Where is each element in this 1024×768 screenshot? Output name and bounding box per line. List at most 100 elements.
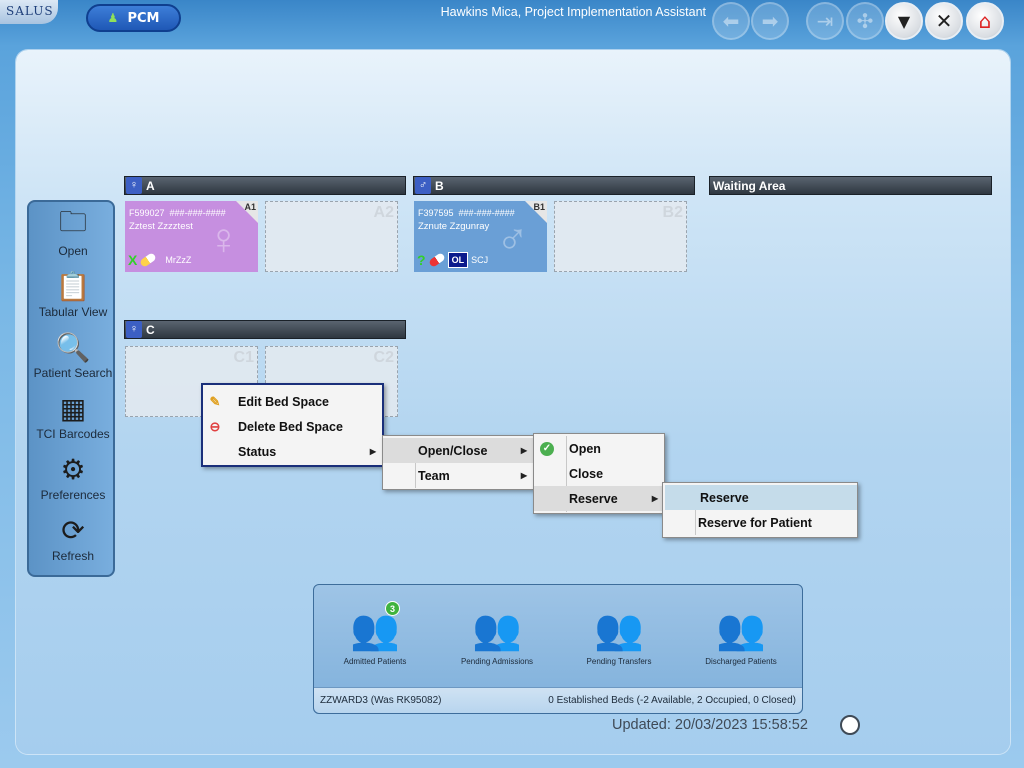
menu-item-open[interactable]: ✓ Open [534,436,664,461]
menu-item-label: Reserve [569,491,618,506]
bed-code: B2 [662,204,683,221]
menu-item-delete-bed-space[interactable]: ⊖ Delete Bed Space [203,414,382,439]
sidebar-item-patient-search[interactable]: 🔍 Patient Search [29,330,117,388]
bed-status-icons: X MrZzZ [128,252,191,268]
bay-header-c[interactable]: ♀ C [124,320,406,339]
menu-item-label: Close [569,466,604,481]
network-button[interactable]: ✣ [846,2,884,40]
menu-item-label: Reserve for Patient [698,515,812,530]
menu-item-edit-bed-space[interactable]: ✎ Edit Bed Space [203,389,382,414]
bay-header-b[interactable]: ♂ B [413,176,695,195]
bay-label: B [435,178,444,193]
bay-label: A [146,178,155,193]
bed-a1[interactable]: A1 ♀ F599027 ###-###-#### Zztest Zzzztes… [125,201,258,272]
menu-item-label: Open [569,441,601,456]
bed-a2[interactable]: A2 [265,201,398,272]
menu-item-status[interactable]: Status ▶ [203,439,382,464]
dock-item-discharged-patients[interactable]: 👥 Discharged Patients [693,601,789,667]
user-title: Hawkins Mica, Project Implementation Ass… [440,5,706,19]
female-silhouette-icon: ♀ [207,215,240,264]
menu-item-team[interactable]: Team ▶ [383,463,533,488]
reserve-submenu: Reserve Reserve for Patient [662,482,858,538]
bay-label: Waiting Area [713,178,786,193]
dock-item-label: Discharged Patients [705,657,777,666]
dock-item-pending-transfers[interactable]: 👥 Pending Transfers [571,601,667,667]
home-button[interactable]: ⌂ [966,2,1004,40]
sidebar-item-tabular-view[interactable]: 📋 Tabular View [29,269,117,327]
medication-pill-icon [139,252,158,268]
patient-name: Zznute Zzgunray [418,221,490,232]
dock-item-label: Pending Transfers [586,657,652,666]
check-icon: ✓ [540,441,554,456]
menu-item-reserve[interactable]: Reserve ▶ [534,486,664,511]
sidebar-item-label: Refresh [51,549,95,563]
bed-context-menu: ✎ Edit Bed Space ⊖ Delete Bed Space Stat… [201,383,384,467]
close-icon: ✕ [935,9,953,33]
forward-button[interactable]: ➡ [751,2,789,40]
pending-admissions-icon: 👥 [472,607,522,652]
top-bar: SALUS ♟ PCM Hawkins Mica, Project Implem… [0,0,1024,42]
back-button[interactable]: ⬅ [712,2,750,40]
menu-item-close[interactable]: Close [534,461,664,486]
bay-person-icon: ♀ [126,177,142,194]
patient-id: F599027 [129,208,165,218]
logout-button[interactable]: ⇥ [806,2,844,40]
sidebar-item-preferences[interactable]: ⚙ Preferences [29,452,117,510]
submenu-arrow-icon: ▶ [651,494,658,503]
admitted-patients-icon: 👥 [350,607,400,652]
network-icon: ✣ [856,9,874,33]
menu-item-label: Status [238,444,277,459]
menu-item-label: Team [418,468,450,483]
dock-item-label: Admitted Patients [343,657,407,666]
pencil-icon: ✎ [209,393,221,409]
dock-item-pending-admissions[interactable]: 👥 Pending Admissions [449,601,545,667]
ward-status-bar: ZZWARD3 (Was RK95082) 0 Established Beds… [314,687,802,713]
close-button[interactable]: ✕ [925,2,963,40]
patient-initials: SCJ [471,255,489,265]
beds-summary: 0 Established Beds (-2 Available, 2 Occu… [548,695,796,706]
menu-item-reserve-for-patient[interactable]: Reserve for Patient [663,510,857,535]
bed-code: A2 [373,204,394,221]
dock-item-admitted-patients[interactable]: 👥 3 Admitted Patients [327,601,423,666]
delete-icon: ⊖ [209,418,221,434]
sidebar-item-open[interactable]: 🗀 Open [29,206,117,266]
status-submenu: Open/Close ▶ Team ▶ [382,435,534,490]
bay-person-icon: ♀ [126,321,142,338]
updated-timestamp: Updated: 20/03/2023 15:58:52 [612,717,808,733]
sidebar: 🗀 Open 📋 Tabular View 🔍 Patient Search ▦… [27,200,115,577]
bed-status-icons: ? OL SCJ [417,252,488,268]
status-mark: ? [417,252,426,268]
bed-patient-ids: F599027 ###-###-#### [129,208,226,218]
patient-nhs: ###-###-#### [458,208,515,218]
submenu-arrow-icon: ▶ [520,471,527,480]
male-silhouette-icon: ♂ [496,215,529,264]
refresh-indicator-icon[interactable] [840,715,860,735]
bay-label: C [146,322,155,337]
bed-b2[interactable]: B2 [554,201,687,272]
menu-item-open-close[interactable]: Open/Close ▶ [383,438,533,463]
sidebar-item-label: Tabular View [38,305,108,319]
sidebar-item-refresh[interactable]: ⟳ Refresh [29,513,117,571]
pcm-button[interactable]: ♟ PCM [86,4,181,32]
sidebar-item-tci-barcodes[interactable]: ▦ TCI Barcodes [29,391,117,449]
menu-item-label: Edit Bed Space [238,394,329,409]
sidebar-item-label: Patient Search [33,366,113,380]
patient-dock: 👥 3 Admitted Patients 👥 Pending Admissio… [313,584,803,714]
bed-code: C2 [373,349,394,366]
pending-transfers-icon: 👥 [594,607,644,652]
users-icon: ♟ [107,11,119,25]
admitted-count-badge: 3 [385,601,400,616]
home-icon: ⌂ [978,9,992,33]
medication-pill-icon [427,252,446,268]
menu-item-reserve-only[interactable]: Reserve [665,485,857,510]
sidebar-item-label: Open [58,244,88,258]
bay-header-waiting-area[interactable]: Waiting Area [709,176,992,195]
bed-b1[interactable]: B1 ♂ F397595 ###-###-#### Zznute Zzgunra… [414,201,547,272]
patient-nhs: ###-###-#### [169,208,226,218]
bed-patient-ids: F397595 ###-###-#### [418,208,515,218]
menu-item-label: Reserve [700,490,749,505]
dock-item-label: Pending Admissions [460,657,534,666]
folder-open-icon: 🗀 [58,206,87,237]
filter-button[interactable]: ▼ [885,2,923,40]
bay-header-a[interactable]: ♀ A [124,176,406,195]
